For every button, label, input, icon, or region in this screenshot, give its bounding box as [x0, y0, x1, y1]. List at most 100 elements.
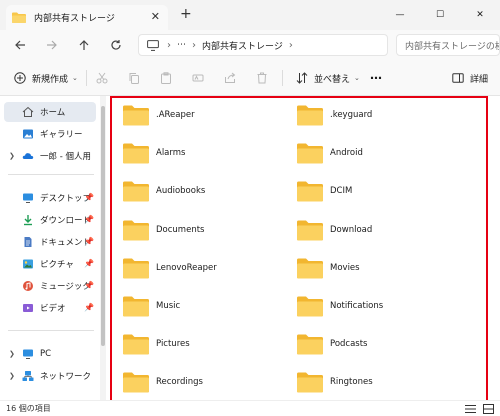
folder-item[interactable]: Notifications — [296, 293, 456, 319]
delete-button[interactable] — [254, 69, 270, 87]
close-icon: ✕ — [476, 10, 484, 20]
folder-label: Pictures — [156, 339, 190, 350]
chevron-right-icon: › — [167, 39, 171, 51]
back-button[interactable] — [12, 37, 28, 53]
folder-icon — [12, 12, 26, 23]
grid-view-icon — [482, 404, 494, 414]
close-button[interactable]: ✕ — [460, 0, 500, 30]
sidebar-item-downloads[interactable]: ダウンロード 📌 — [4, 210, 96, 230]
share-icon — [222, 70, 238, 86]
folder-icon — [123, 105, 149, 126]
refresh-button[interactable] — [108, 37, 124, 53]
sidebar-item-label: ネットワーク — [40, 372, 92, 382]
scrollbar-thumb[interactable] — [101, 106, 105, 346]
forward-button[interactable] — [44, 37, 60, 53]
divider — [8, 330, 94, 331]
folder-item[interactable]: Alarms — [122, 140, 282, 166]
details-view-button[interactable] — [464, 403, 476, 415]
address-field[interactable]: › ⋯ › 内部共有ストレージ › — [138, 34, 388, 56]
sidebar-item-videos[interactable]: ビデオ 📌 — [4, 298, 96, 318]
sidebar-item-label: ビデオ — [40, 304, 66, 314]
folder-icon — [297, 372, 323, 393]
sidebar-item-pictures[interactable]: ピクチャ 📌 — [4, 254, 96, 274]
pin-icon: 📌 — [84, 281, 94, 290]
status-bar: 16 個の項目 — [0, 400, 500, 416]
divider — [8, 174, 94, 175]
new-button[interactable]: 新規作成 ⌄ — [12, 69, 78, 87]
folder-item[interactable]: Android — [296, 140, 456, 166]
folder-item[interactable]: .keyguard — [296, 102, 456, 128]
minimize-button[interactable]: — — [380, 0, 420, 30]
sidebar-item-documents[interactable]: ドキュメント 📌 — [4, 232, 96, 252]
divider — [86, 70, 87, 86]
folder-label: Android — [330, 148, 363, 159]
new-tab-button[interactable]: + — [180, 7, 192, 21]
folder-item[interactable]: Documents — [122, 217, 282, 243]
title-bar: 内部共有ストレージ ✕ + — ☐ ✕ — [0, 0, 500, 30]
documents-icon — [22, 236, 34, 248]
folder-icon — [123, 143, 149, 164]
folder-icon — [297, 258, 323, 279]
folder-item[interactable]: DCIM — [296, 178, 456, 204]
folder-icon — [123, 334, 149, 355]
sort-icon — [294, 70, 310, 86]
folder-item[interactable]: Ringtones — [296, 369, 456, 395]
video-icon — [22, 302, 34, 314]
folder-item[interactable]: Download — [296, 217, 456, 243]
folder-item[interactable]: Recordings — [122, 369, 282, 395]
folder-label: .AReaper — [156, 110, 195, 120]
sidebar-item-home[interactable]: ホーム — [4, 102, 96, 122]
maximize-button[interactable]: ☐ — [420, 0, 460, 30]
sidebar-item-pc[interactable]: ❯ PC — [4, 344, 96, 364]
sidebar-item-desktop[interactable]: デスクトップ 📌 — [4, 188, 96, 208]
rename-icon — [190, 70, 206, 86]
command-bar: 新規作成 ⌄ 並べ替え ⌄ ⋯ 詳細 — [0, 60, 500, 96]
navigation-pane: ホーム ギャラリー ❯ 一郎 - 個人用 デスクトップ 📌 ダウンロード 📌 ド… — [0, 96, 100, 400]
folder-item[interactable]: Audiobooks — [122, 178, 282, 204]
more-options-button[interactable]: ⋯ — [370, 69, 382, 87]
sidebar-scrollbar[interactable] — [100, 96, 106, 400]
folder-label: LenovoReaper — [156, 262, 217, 273]
folder-icon — [123, 258, 149, 279]
folder-item[interactable]: Music — [122, 293, 282, 319]
new-label: 新規作成 — [32, 74, 69, 85]
folder-icon — [297, 181, 323, 202]
breadcrumb-internal-storage[interactable]: 内部共有ストレージ — [202, 39, 283, 52]
folder-label: Ringtones — [330, 377, 373, 388]
folder-label: DCIM — [330, 186, 353, 197]
sidebar-item-network[interactable]: ❯ ネットワーク — [4, 366, 96, 386]
paste-button[interactable] — [158, 69, 174, 87]
tab-title: 内部共有ストレージ — [34, 14, 115, 24]
arrow-up-icon — [79, 40, 89, 50]
folder-label: Audiobooks — [156, 186, 206, 197]
folder-item[interactable]: LenovoReaper — [122, 255, 282, 281]
breadcrumb-more[interactable]: ⋯ — [177, 40, 186, 50]
sidebar-item-gallery[interactable]: ギャラリー — [4, 124, 96, 144]
folder-item[interactable]: Movies — [296, 255, 456, 281]
sidebar-item-label: 一郎 - 個人用 — [40, 152, 91, 162]
tiles-view-button[interactable] — [482, 403, 494, 415]
sidebar-item-onedrive[interactable]: ❯ 一郎 - 個人用 — [4, 146, 96, 166]
share-button[interactable] — [222, 69, 238, 87]
details-button[interactable]: 詳細 — [450, 69, 488, 87]
copy-button[interactable] — [126, 69, 142, 87]
folder-item[interactable]: .AReaper — [122, 102, 282, 128]
sort-label: 並べ替え — [314, 74, 351, 85]
tab-internal-storage[interactable]: 内部共有ストレージ ✕ — [6, 5, 168, 30]
minimize-icon: — — [395, 10, 405, 20]
up-button[interactable] — [76, 37, 92, 53]
folder-item[interactable]: Podcasts — [296, 331, 456, 357]
folder-item[interactable]: Pictures — [122, 331, 282, 357]
sidebar-item-music[interactable]: ミュージック 📌 — [4, 276, 96, 296]
rename-button[interactable] — [190, 69, 206, 87]
tab-close-button[interactable]: ✕ — [151, 10, 160, 24]
pin-icon: 📌 — [84, 193, 94, 202]
search-input[interactable]: 内部共有ストレージの検索 — [396, 34, 500, 56]
download-icon — [22, 214, 34, 226]
cut-button[interactable] — [94, 69, 110, 87]
maximize-icon: ☐ — [435, 10, 445, 20]
sort-button[interactable]: 並べ替え ⌄ — [294, 69, 360, 87]
copy-icon — [126, 70, 142, 86]
arrow-right-icon — [47, 40, 57, 50]
pin-icon: 📌 — [84, 259, 94, 268]
